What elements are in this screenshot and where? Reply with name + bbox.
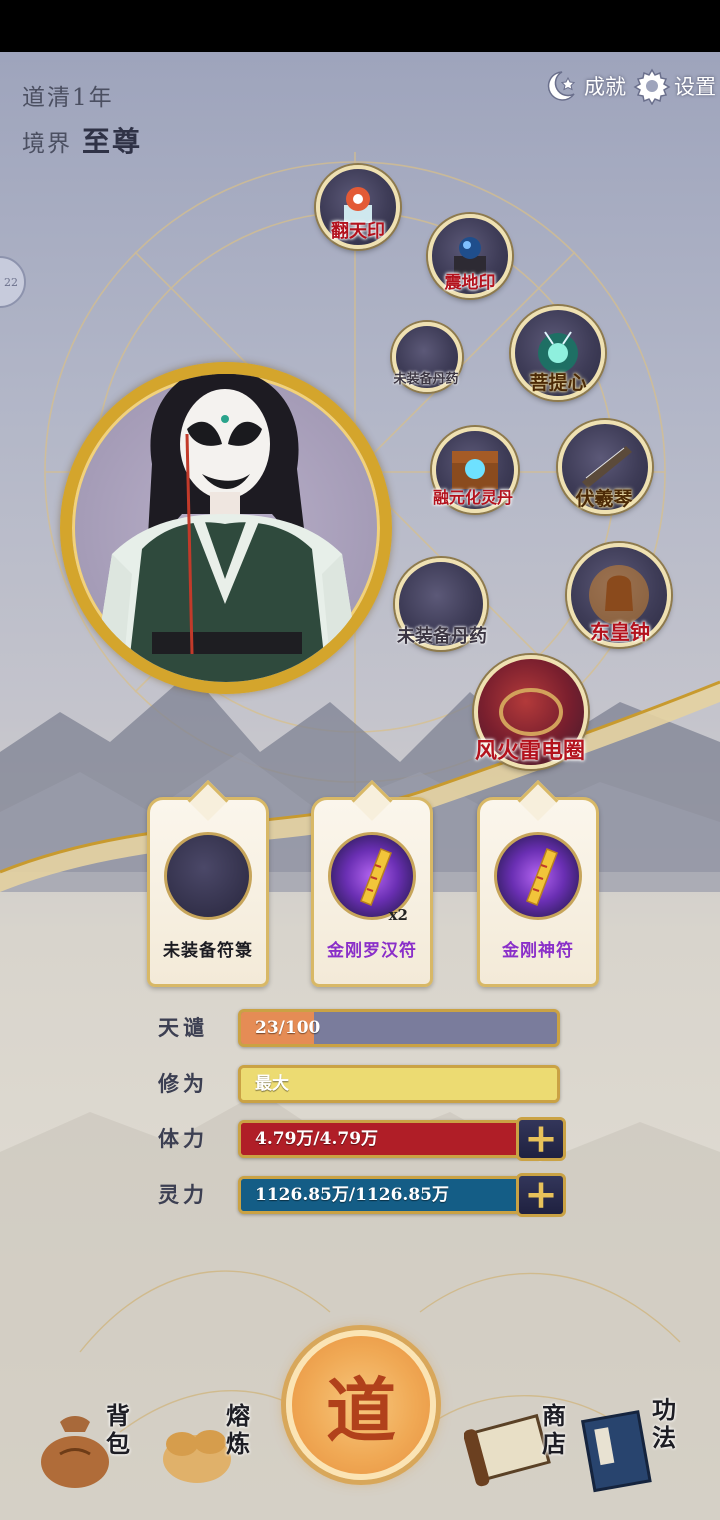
stat-bar: 1126.85万/1126.85万 (238, 1176, 560, 1214)
stat-tili: 体力 4.79万/4.79万 + (158, 1117, 566, 1161)
achievements-label: 成就 (584, 75, 626, 99)
artifact-label: 菩提心 (529, 372, 587, 394)
talisman-paper-icon (526, 848, 558, 906)
nav-refine-label: 熔炼 (226, 1401, 250, 1458)
realm-label: 境界 (22, 131, 72, 157)
stat-name: 天谴 (158, 1015, 208, 1040)
nav-bag-label: 背包 (106, 1401, 130, 1458)
artifact-label: 融元化灵丹 (432, 488, 514, 507)
book-icon (580, 1410, 652, 1493)
stat-name: 修为 (158, 1071, 208, 1096)
artifact-label: 未装备丹药 (393, 372, 459, 387)
stat-tianqian: 天谴 23/100 (158, 1007, 560, 1047)
character-portrait[interactable] (60, 362, 392, 694)
stat-value: 最大 (255, 1074, 289, 1094)
talisman-count: x2 (388, 906, 408, 924)
gear-icon (630, 64, 674, 108)
talisman-label: 金刚神符 (502, 941, 574, 961)
stat-value: 1126.85万/1126.85万 (255, 1185, 449, 1205)
game-time: 道清1年 (22, 85, 114, 111)
realm-value: 至尊 (82, 125, 143, 158)
stat-lingli: 灵力 1126.85万/1126.85万 + (158, 1173, 566, 1217)
nav-bag[interactable]: 背包 (30, 1400, 150, 1500)
nav-skills-label: 功法 (652, 1395, 676, 1452)
artifact-label: 未装备丹药 (397, 626, 487, 647)
stat-bar: 最大 (238, 1065, 560, 1103)
dao-label: 道 (326, 1368, 396, 1452)
nav-refine[interactable]: 熔炼 (152, 1400, 272, 1500)
talisman-slot-jingang-shen[interactable]: 金刚神符 (477, 797, 599, 987)
talisman-slot-empty[interactable]: 未装备符箓 (147, 797, 269, 987)
artifact-label: 伏羲琴 (575, 488, 633, 510)
talisman-orb (494, 832, 582, 920)
artifact-label: 风火雷电圈 (474, 738, 586, 764)
settings-button[interactable]: 设置 (630, 64, 716, 108)
stat-value: 23/100 (255, 1018, 321, 1038)
talisman-label: 金刚罗汉符 (327, 941, 417, 961)
artifact-label: 东皇钟 (590, 620, 650, 644)
add-spirit-button[interactable]: + (516, 1173, 566, 1217)
talisman-label: 未装备符箓 (163, 941, 253, 961)
artifact-label: 震地印 (444, 273, 496, 293)
talisman-paper-icon (360, 848, 392, 906)
nav-skills[interactable]: 功法 (572, 1396, 692, 1500)
stat-bar: 4.79万/4.79万 (238, 1120, 560, 1158)
dao-button[interactable]: 道 (286, 1330, 436, 1480)
nav-shop-label: 商店 (542, 1401, 566, 1458)
talisman-slot-jingang-luohan[interactable]: x2 金刚罗汉符 (311, 797, 433, 987)
background-decoration (0, 152, 720, 1520)
stat-name: 体力 (158, 1126, 208, 1151)
talisman-orb (164, 832, 252, 920)
realm-display: 境界 至尊 (22, 120, 142, 160)
stat-value: 4.79万/4.79万 (255, 1129, 379, 1149)
nav-shop[interactable]: 商店 (464, 1400, 584, 1500)
achievements-button[interactable]: 成就 (540, 64, 626, 108)
scroll-icon (464, 1413, 551, 1487)
game-screen: 道清1年 境界 至尊 成就 设置 22 翻天印 震地印 未装备丹药 菩提心 融元… (0, 52, 720, 1520)
status-bar (0, 0, 720, 52)
stat-bar: 23/100 (238, 1009, 560, 1047)
stat-xiuwei: 修为 最大 (158, 1063, 560, 1103)
character-avatar (92, 374, 362, 682)
achievement-icon (540, 64, 584, 108)
add-stamina-button[interactable]: + (516, 1117, 566, 1161)
artifact-label: 翻天印 (331, 221, 385, 242)
stat-name: 灵力 (158, 1182, 208, 1207)
settings-label: 设置 (674, 75, 716, 99)
